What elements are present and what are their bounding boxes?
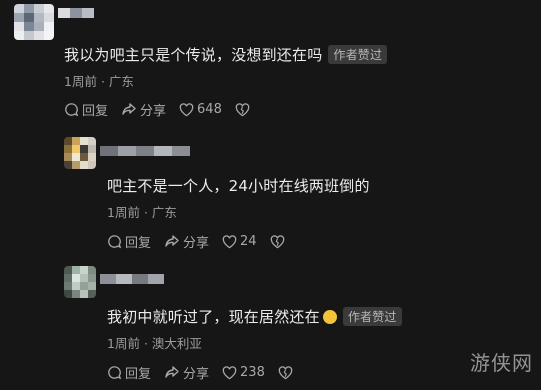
comment-meta: 1周前 · 广东 bbox=[64, 71, 134, 90]
avatar[interactable] bbox=[64, 137, 96, 169]
comment-meta: 1周前 · 广东 bbox=[107, 202, 177, 221]
comment-body: 我以为吧主只是个传说，没想到还在吗 bbox=[64, 46, 323, 64]
comment-actions: 回复 分享 238 bbox=[107, 363, 306, 382]
share-label: 分享 bbox=[140, 104, 167, 119]
comment-meta: 1周前 · 澳大利亚 bbox=[107, 333, 202, 352]
meta-separator: · bbox=[143, 336, 148, 351]
comment-time: 1周前 bbox=[64, 74, 97, 89]
share-button[interactable]: 分享 bbox=[164, 232, 209, 251]
meta-separator: · bbox=[143, 205, 148, 220]
avatar[interactable] bbox=[64, 266, 96, 298]
meta-separator: · bbox=[100, 74, 105, 89]
share-label: 分享 bbox=[183, 367, 210, 382]
comment-location: 广东 bbox=[108, 74, 134, 89]
comment-text: 我以为吧主只是个传说，没想到还在吗 作者赞过 bbox=[64, 44, 388, 65]
author-liked-badge: 作者赞过 bbox=[342, 307, 402, 326]
share-icon bbox=[165, 366, 179, 378]
reply-label: 回复 bbox=[125, 367, 152, 382]
share-label: 分享 bbox=[183, 236, 210, 251]
heart-icon bbox=[222, 234, 237, 248]
username-blurred[interactable] bbox=[100, 274, 164, 284]
username-blurred[interactable] bbox=[100, 146, 190, 156]
comment-text: 吧主不是一个人，24小时在线两班倒的 bbox=[107, 175, 370, 196]
comment-time: 1周前 bbox=[107, 336, 140, 351]
comment-location: 澳大利亚 bbox=[151, 336, 202, 351]
broken-heart-icon bbox=[270, 234, 284, 248]
comment-body: 吧主不是一个人，24小时在线两班倒的 bbox=[107, 177, 370, 195]
broken-heart-icon bbox=[278, 365, 293, 379]
like-count: 24 bbox=[240, 234, 257, 249]
reply-icon bbox=[108, 366, 122, 380]
dislike-button[interactable] bbox=[270, 234, 285, 249]
comment-text: 我初中就听过了，现在居然还在 作者赞过 bbox=[107, 306, 402, 327]
share-icon bbox=[122, 103, 136, 115]
reply-button[interactable]: 回复 bbox=[64, 100, 108, 119]
share-icon bbox=[165, 235, 179, 247]
reply-icon bbox=[65, 103, 79, 117]
dislike-button[interactable] bbox=[235, 102, 250, 117]
dislike-button[interactable] bbox=[278, 365, 293, 380]
username-blurred[interactable] bbox=[58, 8, 94, 18]
like-count: 238 bbox=[240, 365, 265, 380]
broken-heart-icon bbox=[235, 102, 250, 116]
watermark: 游侠网 bbox=[470, 351, 533, 375]
share-button[interactable]: 分享 bbox=[121, 100, 166, 119]
like-button[interactable]: 648 bbox=[179, 102, 222, 117]
comment-time: 1周前 bbox=[107, 205, 140, 220]
comment-actions: 回复 分享 648 bbox=[64, 100, 263, 119]
reply-button[interactable]: 回复 bbox=[107, 363, 151, 382]
comment-location: 广东 bbox=[151, 205, 177, 220]
like-button[interactable]: 238 bbox=[222, 365, 265, 380]
like-button[interactable]: 24 bbox=[222, 234, 257, 249]
laughing-emoji-icon bbox=[322, 310, 337, 324]
reply-icon bbox=[108, 235, 122, 249]
avatar[interactable] bbox=[14, 4, 54, 40]
heart-icon bbox=[222, 365, 237, 379]
reply-label: 回复 bbox=[125, 236, 152, 251]
reply-label: 回复 bbox=[82, 104, 109, 119]
like-count: 648 bbox=[197, 102, 222, 117]
author-liked-badge: 作者赞过 bbox=[328, 45, 388, 64]
heart-icon bbox=[179, 102, 194, 116]
comment-actions: 回复 分享 24 bbox=[107, 232, 298, 251]
comment-body: 我初中就听过了，现在居然还在 bbox=[107, 308, 320, 326]
reply-button[interactable]: 回复 bbox=[107, 232, 151, 251]
share-button[interactable]: 分享 bbox=[164, 363, 209, 382]
